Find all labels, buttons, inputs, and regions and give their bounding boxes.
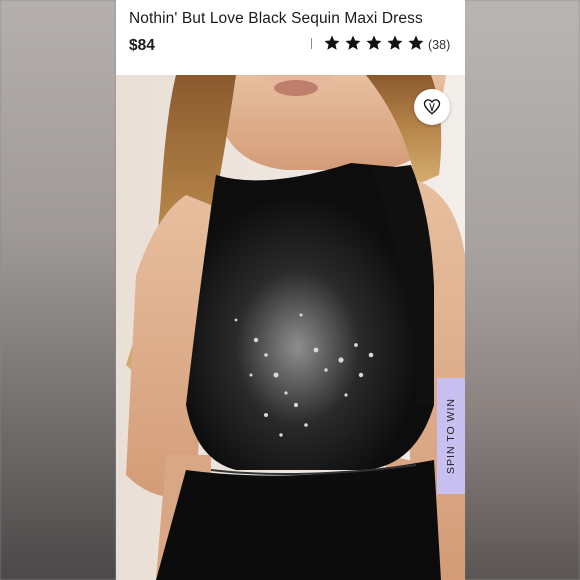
spin-to-win-label: SPIN TO WIN <box>445 398 457 474</box>
rating-divider <box>311 38 312 49</box>
product-price: $84 <box>129 37 155 54</box>
favorite-button[interactable] <box>414 89 450 125</box>
rating-stars[interactable] <box>323 34 425 52</box>
product-photo <box>116 75 465 580</box>
left-background-blur <box>0 0 116 580</box>
star-icon <box>324 35 340 50</box>
product-header: Nothin' But Love Black Sequin Maxi Dress… <box>116 0 465 76</box>
right-background-blur <box>464 0 580 580</box>
heart-icon <box>423 99 441 115</box>
star-icon <box>366 35 382 50</box>
review-count[interactable]: (38) <box>428 38 450 52</box>
star-icon <box>387 35 403 50</box>
star-icon <box>408 35 424 50</box>
product-title: Nothin' But Love Black Sequin Maxi Dress <box>129 10 423 27</box>
star-icon <box>345 35 361 50</box>
spin-to-win-tab[interactable]: SPIN TO WIN <box>437 378 465 494</box>
product-card: Nothin' But Love Black Sequin Maxi Dress… <box>116 0 465 580</box>
